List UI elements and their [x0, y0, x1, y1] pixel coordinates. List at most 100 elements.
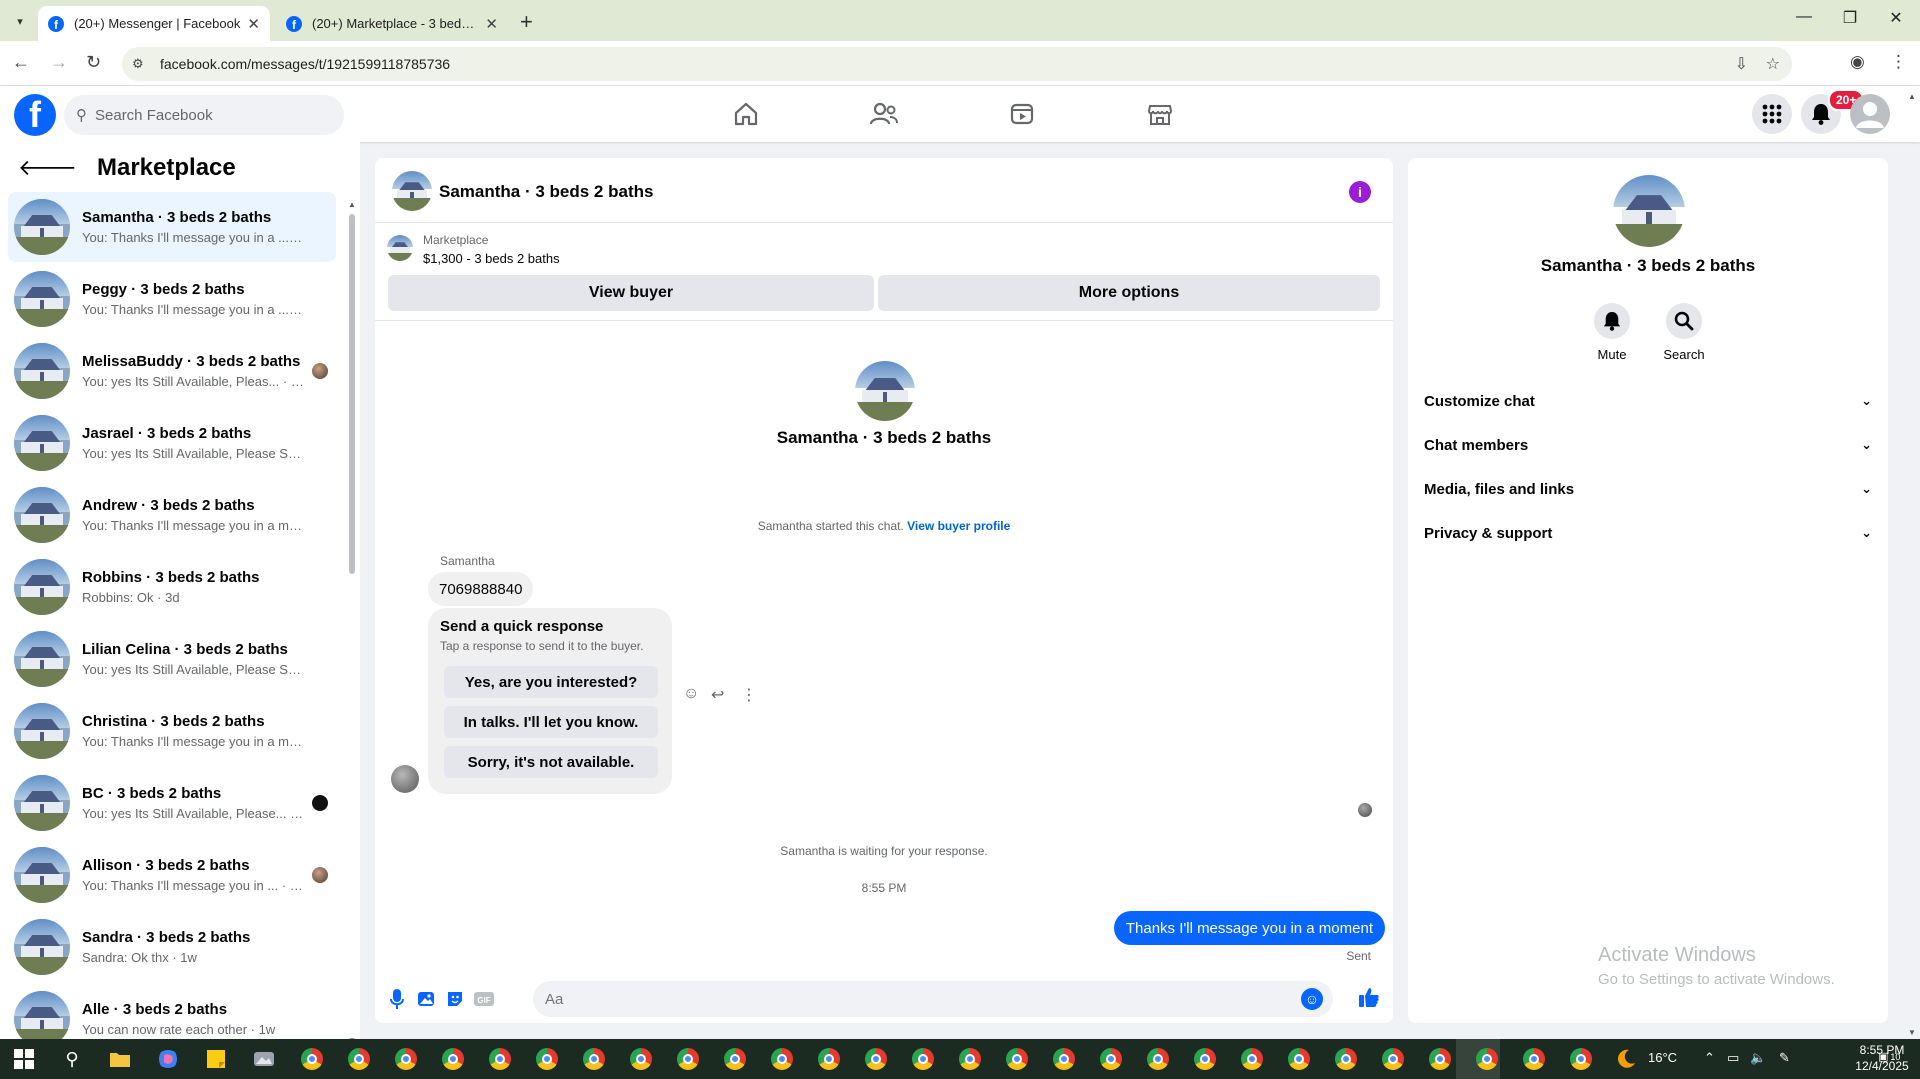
emoji-icon[interactable]: ☺ — [1301, 988, 1323, 1010]
incoming-message[interactable]: 7069888840 — [428, 572, 534, 606]
weather-temperature[interactable]: 16°C — [1648, 1050, 1677, 1065]
scrollbar-thumb[interactable] — [349, 214, 355, 574]
conversation-item[interactable]: Peggy · 3 beds 2 baths You: Thanks I'll m… — [8, 264, 336, 334]
chrome-taskbar-icon[interactable] — [1005, 1047, 1029, 1071]
address-bar[interactable]: ⚙ facebook.com/messages/t/19215991187857… — [122, 47, 1792, 81]
view-buyer-button[interactable]: View buyer — [388, 275, 874, 311]
message-input-field[interactable]: ☺ — [533, 981, 1333, 1017]
tray-overflow-icon[interactable]: ⌃ — [1704, 1050, 1715, 1066]
photo-icon[interactable] — [415, 988, 437, 1010]
install-app-icon[interactable]: ⇩ — [1735, 54, 1748, 74]
search-conversation-button[interactable]: Search — [1654, 303, 1714, 362]
weather-moon-icon[interactable] — [1614, 1047, 1638, 1071]
taskbar-search-icon[interactable]: ⚲ — [60, 1047, 84, 1071]
reply-icon[interactable]: ↩ — [711, 685, 724, 705]
conversation-item[interactable]: Andrew · 3 beds 2 baths You: Thanks I'll … — [8, 480, 336, 550]
account-avatar[interactable] — [1850, 94, 1890, 134]
quick-response-option[interactable]: Sorry, it's not available. — [444, 746, 658, 778]
view-buyer-profile-link[interactable]: View buyer profile — [907, 519, 1010, 533]
photos-app-icon[interactable] — [252, 1047, 276, 1071]
bookmark-star-icon[interactable]: ☆ — [1766, 54, 1780, 74]
site-info-icon[interactable]: ⚙ — [132, 56, 152, 72]
quick-response-option[interactable]: In talks. I'll let you know. — [444, 706, 658, 738]
message-input[interactable] — [545, 990, 1285, 1008]
chrome-taskbar-icon[interactable] — [629, 1047, 653, 1071]
marketplace-icon[interactable] — [1140, 98, 1180, 130]
customize-chat-section[interactable]: Customize chat ⌄ — [1424, 381, 1872, 421]
chrome-taskbar-icon[interactable] — [1052, 1047, 1076, 1071]
home-icon[interactable] — [726, 98, 766, 130]
chrome-taskbar-icon[interactable] — [441, 1047, 465, 1071]
chrome-taskbar-icon[interactable] — [770, 1047, 794, 1071]
more-options-button[interactable]: More options — [878, 275, 1380, 311]
url-text[interactable]: facebook.com/messages/t/1921599118785736 — [160, 56, 450, 72]
volume-icon[interactable]: 🔈 — [1750, 1050, 1766, 1066]
restore-icon[interactable]: ❐ — [1830, 8, 1870, 28]
mute-button[interactable]: Mute — [1582, 303, 1642, 362]
chrome-taskbar-icon[interactable] — [1146, 1047, 1170, 1071]
network-icon[interactable]: ▭ — [1727, 1050, 1739, 1066]
notification-center-icon[interactable]: ▣ 10 — [1878, 1050, 1900, 1063]
chrome-taskbar-icon[interactable] — [676, 1047, 700, 1071]
chat-title[interactable]: Samantha · 3 beds 2 baths — [439, 182, 653, 202]
chrome-taskbar-icon[interactable] — [1334, 1047, 1358, 1071]
conversation-item[interactable]: Robbins · 3 beds 2 baths Robbins: Ok · 3d — [8, 552, 336, 622]
chrome-taskbar-icon[interactable] — [1381, 1047, 1405, 1071]
microphone-icon[interactable] — [386, 988, 408, 1010]
chrome-taskbar-icon[interactable] — [300, 1047, 324, 1071]
sidebar-scrollbar[interactable]: ▲ ▼ — [348, 200, 356, 1040]
chrome-taskbar-icon[interactable] — [911, 1047, 935, 1071]
conversation-item[interactable]: MelissaBuddy · 3 beds 2 baths You: yes It… — [8, 336, 336, 406]
window-close-icon[interactable]: ✕ — [1876, 8, 1916, 28]
react-emoji-icon[interactable]: ☺ — [683, 685, 699, 703]
conversation-item[interactable]: Samantha · 3 beds 2 baths You: Thanks I'l… — [8, 192, 336, 262]
profile-icon[interactable]: ◉ — [1850, 52, 1865, 72]
details-avatar[interactable] — [1613, 175, 1685, 247]
minimize-icon[interactable]: — — [1784, 8, 1824, 26]
media-files-links-section[interactable]: Media, files and links ⌄ — [1424, 469, 1872, 509]
chrome-taskbar-icon[interactable] — [535, 1047, 559, 1071]
thumbs-up-icon[interactable] — [1358, 986, 1380, 1014]
gif-icon[interactable]: GIF — [473, 988, 495, 1010]
pen-icon[interactable]: ✎ — [1779, 1050, 1790, 1066]
chrome-taskbar-icon[interactable] — [394, 1047, 418, 1071]
tab-search-icon[interactable]: ▾ — [10, 11, 30, 31]
sticky-notes-icon[interactable] — [204, 1047, 228, 1071]
chrome-taskbar-icon[interactable] — [1240, 1047, 1264, 1071]
windows-start-icon[interactable] — [12, 1047, 36, 1071]
tab-marketplace[interactable]: f (20+) Marketplace - 3 beds 2 b ✕ — [276, 6, 508, 41]
chrome-taskbar-icon[interactable] — [1428, 1047, 1452, 1071]
chrome-taskbar-icon[interactable] — [817, 1047, 841, 1071]
reload-icon[interactable]: ↻ — [86, 52, 101, 73]
chrome-taskbar-icon[interactable] — [1475, 1047, 1499, 1071]
menu-grid-icon[interactable] — [1752, 94, 1792, 134]
conversation-item[interactable]: Christina · 3 beds 2 baths You: Thanks I'… — [8, 696, 336, 766]
menu-kebab-icon[interactable]: ⋮ — [1890, 52, 1907, 72]
sticker-icon[interactable] — [444, 988, 466, 1010]
forward-icon[interactable]: → — [50, 52, 68, 73]
chrome-taskbar-icon[interactable] — [1099, 1047, 1123, 1071]
chrome-taskbar-icon[interactable] — [347, 1047, 371, 1071]
outgoing-message[interactable]: Thanks I'll message you in a moment — [1113, 911, 1385, 945]
copilot-icon[interactable] — [156, 1047, 180, 1071]
friends-icon[interactable] — [864, 98, 904, 130]
facebook-logo[interactable]: f — [14, 94, 56, 136]
listing-thumbnail[interactable] — [387, 235, 413, 261]
back-arrow-icon[interactable]: 🡐 — [18, 155, 77, 181]
file-explorer-icon[interactable] — [108, 1047, 132, 1071]
conversation-item[interactable]: Alle · 3 beds 2 baths You can now rate ea… — [8, 984, 336, 1040]
close-icon[interactable]: ✕ — [485, 15, 498, 33]
chrome-taskbar-icon[interactable] — [723, 1047, 747, 1071]
close-icon[interactable]: ✕ — [247, 15, 260, 33]
facebook-search[interactable]: ⚲ — [64, 95, 344, 135]
tab-messenger[interactable]: f (20+) Messenger | Facebook ✕ — [38, 6, 270, 41]
sender-avatar[interactable] — [391, 765, 419, 793]
chrome-taskbar-icon[interactable] — [864, 1047, 888, 1071]
chrome-taskbar-icon[interactable] — [958, 1047, 982, 1071]
conversation-avatar[interactable] — [855, 361, 915, 421]
quick-response-option[interactable]: Yes, are you interested? — [444, 666, 658, 698]
back-icon[interactable]: ← — [12, 52, 30, 73]
chat-members-section[interactable]: Chat members ⌄ — [1424, 425, 1872, 465]
privacy-support-section[interactable]: Privacy & support ⌄ — [1424, 513, 1872, 553]
conversation-item[interactable]: BC · 3 beds 2 baths You: yes Its Still Av… — [8, 768, 336, 838]
